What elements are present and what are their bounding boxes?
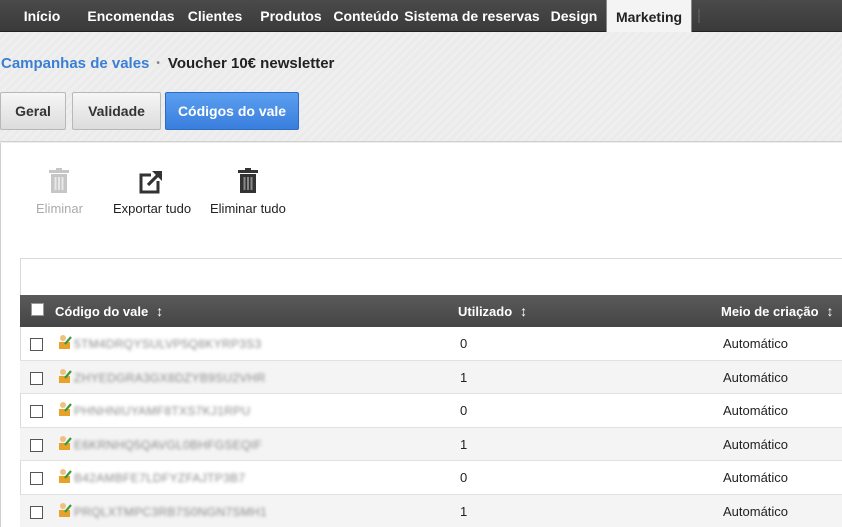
nav-item-design[interactable]: Design [542,0,606,31]
column-header-used[interactable]: Utilizado ↕ [458,295,527,327]
breadcrumb-parent-link[interactable]: Campanhas de vales [1,55,149,72]
used-count: 0 [460,470,468,485]
delete-all-label: Eliminar tudo [210,201,286,216]
used-count: 0 [460,336,468,351]
trash-icon [49,168,70,193]
voucher-code: E6KRNHQ5QAVGL0BHFGSEQIF [74,437,263,452]
nav-item-inicio[interactable]: Início [0,0,84,31]
creation-method: Automático [723,336,789,351]
breadcrumb-separator: • [156,58,160,69]
table-row[interactable]: ZHYEDGRA3GX8DZYB9SU2VHR 1 Automático [20,360,842,394]
sort-icon: ↕ [520,303,528,319]
table-row[interactable]: PRQLXTMPC3RB7S0NGN7SMH1 1 Automático [20,494,842,527]
delete-label: Eliminar [36,201,83,216]
tab-geral[interactable]: Geral [0,92,66,130]
nav-item-sistema-de-reservas[interactable]: Sistema de reservas [402,0,542,31]
voucher-icon [59,402,72,416]
creation-method: Automático [723,436,789,452]
export-all-button[interactable]: Exportar tudo [113,168,191,216]
used-count: 0 [460,403,468,418]
column-header-code-label: Código do vale [55,303,149,319]
voucher-code: ZHYEDGRA3GX8DZYB9SU2VHR [74,370,266,385]
export-all-label: Exportar tudo [113,201,192,216]
select-all-checkbox[interactable] [31,303,44,316]
used-count: 1 [460,369,468,385]
creation-method: Automático [723,369,789,385]
row-checkbox[interactable] [30,371,43,385]
voucher-code: PRQLXTMPC3RB7S0NGN7SMH1 [74,504,267,519]
voucher-icon [59,335,72,349]
tab-validade[interactable]: Validade [72,92,161,130]
creation-method: Automático [723,503,789,519]
row-checkbox[interactable] [30,338,43,351]
row-checkbox[interactable] [30,472,43,485]
nav-item-encomendas[interactable]: Encomendas [84,0,178,31]
delete-button[interactable]: Eliminar [36,168,83,216]
top-navigation: Início Encomendas Clientes Produtos Cont… [0,0,842,33]
sort-icon: ↕ [826,303,834,319]
sort-icon: ↕ [156,303,164,319]
column-header-used-label: Utilizado [458,303,513,319]
table-row[interactable]: B42AMBFE7LDFYZFAJTP3B7 0 Automático [20,461,842,495]
voucher-icon [59,469,72,483]
creation-method: Automático [723,470,789,485]
delete-all-button[interactable]: Eliminar tudo [210,168,286,216]
export-icon [139,169,165,194]
table-row[interactable]: PHNHNIUYAMF8TXS7KJ1RPU 0 Automático [20,394,842,428]
voucher-icon [59,368,72,383]
row-checkbox[interactable] [30,505,43,519]
voucher-icon [59,502,72,517]
creation-method: Automático [723,403,789,418]
column-header-creation[interactable]: Meio de criação ↕ [721,295,834,327]
used-count: 1 [460,503,468,519]
table-header: Código do vale ↕ Utilizado ↕ Meio de cri… [20,295,842,327]
voucher-code: PHNHNIUYAMF8TXS7KJ1RPU [74,404,251,418]
breadcrumb: Campanhas de vales • Voucher 10€ newslet… [1,55,334,72]
table-row[interactable]: 5TM4DRQYSULVP5Q8KYRP3S3 0 Automático [20,327,842,361]
used-count: 1 [460,436,468,452]
column-header-creation-label: Meio de criação [721,303,819,319]
row-checkbox[interactable] [30,405,43,418]
nav-divider [698,8,700,23]
nav-item-marketing[interactable]: Marketing [606,0,692,33]
table-row[interactable]: E6KRNHQ5QAVGL0BHFGSEQIF 1 Automático [20,427,842,461]
page-title: Voucher 10€ newsletter [167,55,335,72]
nav-item-produtos[interactable]: Produtos [252,0,330,31]
voucher-code: B42AMBFE7LDFYZFAJTP3B7 [74,471,246,485]
voucher-code: 5TM4DRQYSULVP5Q8KYRP3S3 [74,337,262,351]
column-header-code[interactable]: Código do vale ↕ [55,295,163,327]
nav-item-clientes[interactable]: Clientes [178,0,252,31]
trash-icon [237,168,258,193]
row-checkbox[interactable] [30,438,43,452]
tab-codigos-do-vale[interactable]: Códigos do vale [165,92,299,130]
nav-item-conteudo[interactable]: Conteúdo [330,0,402,31]
voucher-icon [59,435,72,450]
